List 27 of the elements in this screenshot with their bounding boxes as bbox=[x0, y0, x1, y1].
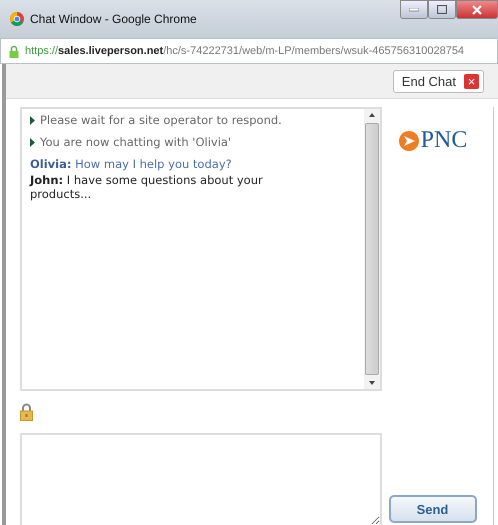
close-icon: × bbox=[464, 74, 479, 88]
close-button[interactable] bbox=[456, 0, 498, 19]
visitor-message: John: I have some questions about your products... bbox=[30, 173, 264, 201]
maximize-icon bbox=[437, 5, 447, 14]
triangle-icon bbox=[30, 138, 35, 146]
minimize-icon bbox=[409, 8, 419, 12]
address-bar[interactable]: https://sales.liveperson.net/hc/s-74222731/web/m-LP/members/wsuk-465756310028754 bbox=[0, 38, 498, 64]
message-input[interactable] bbox=[20, 433, 382, 525]
logo-mark-icon bbox=[398, 130, 420, 152]
window-title: Chat Window - Google Chrome bbox=[30, 12, 197, 26]
operator-message: Olivia: How may I help you today? bbox=[30, 157, 233, 171]
scrollbar[interactable] bbox=[364, 109, 380, 389]
system-message: Please wait for a site operator to respond. bbox=[40, 113, 282, 127]
triangle-icon bbox=[30, 116, 35, 124]
scroll-up-icon[interactable] bbox=[369, 113, 375, 117]
browser-logo-icon bbox=[10, 12, 24, 26]
system-message: You are now chatting with 'Olivia' bbox=[40, 135, 232, 149]
scroll-down-icon[interactable] bbox=[369, 381, 375, 385]
url-text: https://sales.liveperson.net/hc/s-74222731/web/m-LP/members/wsuk-465756310028754 bbox=[25, 45, 464, 57]
brand-logo: PNC bbox=[398, 127, 468, 154]
padlock-icon bbox=[20, 403, 33, 421]
send-button[interactable]: Send bbox=[388, 495, 476, 523]
lock-icon bbox=[9, 44, 19, 58]
end-chat-button[interactable]: End Chat × bbox=[392, 70, 484, 92]
minimize-button[interactable] bbox=[400, 0, 428, 19]
maximize-button[interactable] bbox=[428, 0, 456, 19]
close-icon bbox=[472, 4, 482, 14]
